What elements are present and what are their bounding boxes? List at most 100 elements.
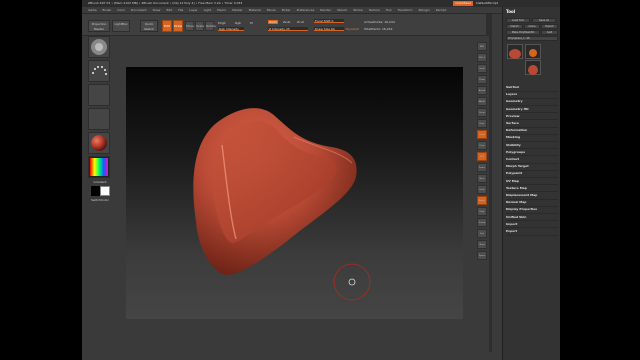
zcut-toggle[interactable]: Zcut: [297, 20, 304, 24]
subpalette-header[interactable]: SubTool: [506, 85, 519, 89]
export-button[interactable]: Export: [541, 24, 558, 29]
menu-item[interactable]: Render: [320, 7, 331, 13]
view-control-button[interactable]: Move: [477, 174, 487, 183]
tool-thumb-simplebrush[interactable]: [525, 44, 541, 59]
view-control-button[interactable]: Scale: [477, 185, 487, 194]
view-control-button[interactable]: SPix 3: [477, 53, 487, 62]
subpalette-header[interactable]: UV Map: [506, 179, 519, 183]
stroke-slot[interactable]: [88, 60, 110, 82]
subpalette-header[interactable]: Display Properties: [506, 207, 537, 211]
view-control-button[interactable]: BPR: [477, 42, 487, 51]
menu-item[interactable]: Picker: [282, 7, 291, 13]
subpalette-header[interactable]: Polypaint: [506, 171, 522, 175]
view-control-button[interactable]: Persp: [477, 108, 487, 117]
alpha-slot[interactable]: [88, 84, 110, 106]
goz-button[interactable]: GoZ: [541, 30, 558, 35]
menu-item[interactable]: Zplugin: [418, 7, 429, 13]
menu-item[interactable]: Light: [204, 7, 212, 13]
save-as-button[interactable]: Save As: [532, 18, 556, 23]
subpalette-header[interactable]: Geometry HD: [506, 107, 529, 111]
subpalette-header[interactable]: Texture Map: [506, 186, 527, 190]
view-control-button[interactable]: XYZ: [477, 152, 487, 161]
quick-sketch-button[interactable]: Quick Sketch: [140, 20, 158, 32]
clone-button[interactable]: Clone: [524, 24, 540, 29]
menu-item[interactable]: Draw: [153, 7, 161, 13]
view-control-button[interactable]: PolyF: [477, 207, 487, 216]
menu-item[interactable]: File: [178, 7, 183, 13]
clay-model-viewport[interactable]: [126, 67, 463, 319]
subpalette-header[interactable]: Displacement Map: [506, 193, 537, 197]
draw-size-slider[interactable]: Draw Size 64: [314, 27, 344, 31]
menu-item[interactable]: Material: [249, 7, 261, 13]
menu-item[interactable]: Layer: [189, 7, 197, 13]
menu-item[interactable]: Macro: [217, 7, 226, 13]
menu-item[interactable]: Movie: [267, 7, 276, 13]
color-picker[interactable]: [88, 156, 110, 178]
rotate-button[interactable]: Rotate: [205, 21, 216, 31]
lightbox-button[interactable]: LightBox: [112, 20, 130, 32]
menu-item[interactable]: Document: [131, 7, 147, 13]
gradient-label[interactable]: Gradient: [86, 180, 114, 184]
zadd-toggle[interactable]: Zadd: [268, 20, 278, 24]
m-toggle[interactable]: M: [250, 21, 253, 25]
subpalette-header[interactable]: Polygroups: [506, 150, 525, 154]
dynamic-toggle[interactable]: Dynamic: [346, 27, 359, 31]
main-color-swatch[interactable]: [100, 186, 110, 196]
tool-thumb-polysphere-1[interactable]: [525, 60, 541, 75]
subpalette-header[interactable]: Geometry: [506, 99, 523, 103]
view-control-button[interactable]: LSym: [477, 141, 487, 150]
menu-item[interactable]: Preferences: [297, 7, 315, 13]
view-control-button[interactable]: AAHalf: [477, 97, 487, 106]
subpalette-header[interactable]: Layers: [506, 92, 517, 96]
subpalette-header[interactable]: Normal Map: [506, 200, 526, 204]
rgb-toggle[interactable]: Rgb: [235, 21, 241, 25]
menu-item[interactable]: Transform: [398, 7, 413, 13]
subpalette-header[interactable]: Export: [506, 229, 517, 233]
view-control-button[interactable]: Floor: [477, 119, 487, 128]
view-control-button[interactable]: Frame: [477, 163, 487, 172]
view-control-button[interactable]: Zoom: [477, 75, 487, 84]
sculpted-mesh[interactable]: [193, 108, 357, 275]
z-intensity-slider[interactable]: Z Intensity 25: [268, 27, 308, 31]
material-slot[interactable]: [88, 132, 110, 154]
subpalette-header[interactable]: Visibility: [506, 143, 521, 147]
menu-item[interactable]: Zscript: [436, 7, 446, 13]
scale-button[interactable]: Scale: [195, 21, 204, 31]
tool-thumb-polysphere[interactable]: [507, 44, 523, 59]
menu-item[interactable]: Marker: [232, 7, 242, 13]
view-control-button[interactable]: Solo: [477, 229, 487, 238]
draw-button[interactable]: Draw: [173, 20, 183, 32]
subpalette-header[interactable]: Surface: [506, 121, 519, 125]
subpalette-header[interactable]: Import: [506, 222, 517, 226]
view-control-button[interactable]: Actual: [477, 86, 487, 95]
move-button[interactable]: Move: [185, 21, 194, 31]
texture-slot[interactable]: [88, 108, 110, 130]
quicksave-button[interactable]: QuickSave: [453, 1, 474, 6]
menu-item[interactable]: Stencil: [337, 7, 347, 13]
mrgb-toggle[interactable]: Mrgb: [218, 21, 226, 25]
menu-item[interactable]: Color: [117, 7, 125, 13]
menu-item[interactable]: Texture: [369, 7, 380, 13]
menu-item[interactable]: Brush: [103, 7, 112, 13]
view-control-button[interactable]: Transp: [477, 218, 487, 227]
subpalette-header[interactable]: Contact: [506, 157, 519, 161]
subpalette-header[interactable]: Deformation: [506, 128, 527, 132]
subpalette-header[interactable]: Preview: [506, 114, 520, 118]
rgb-intensity-slider[interactable]: Rgb Intensity: [218, 27, 244, 31]
document-canvas[interactable]: [126, 67, 463, 319]
edit-button[interactable]: Edit: [162, 20, 172, 32]
menu-item[interactable]: Tool: [386, 7, 392, 13]
subpalette-header[interactable]: Masking: [506, 135, 520, 139]
switchcolor-label[interactable]: SwitchColor: [86, 198, 114, 202]
view-control-button[interactable]: Scroll: [477, 64, 487, 73]
zsub-toggle[interactable]: Zsub: [283, 20, 290, 24]
menu-item[interactable]: Edit: [166, 7, 172, 13]
subpalette-header[interactable]: Unified Skin: [506, 215, 526, 219]
import-button[interactable]: Import: [506, 24, 523, 29]
view-control-button[interactable]: Ghost: [477, 240, 487, 249]
brush-slot[interactable]: [88, 36, 110, 58]
subpalette-header[interactable]: Morph Target: [506, 164, 529, 168]
load-tool-button[interactable]: Load Tool: [506, 18, 530, 23]
menu-item[interactable]: Stroke: [353, 7, 363, 13]
view-control-button[interactable]: Local: [477, 130, 487, 139]
